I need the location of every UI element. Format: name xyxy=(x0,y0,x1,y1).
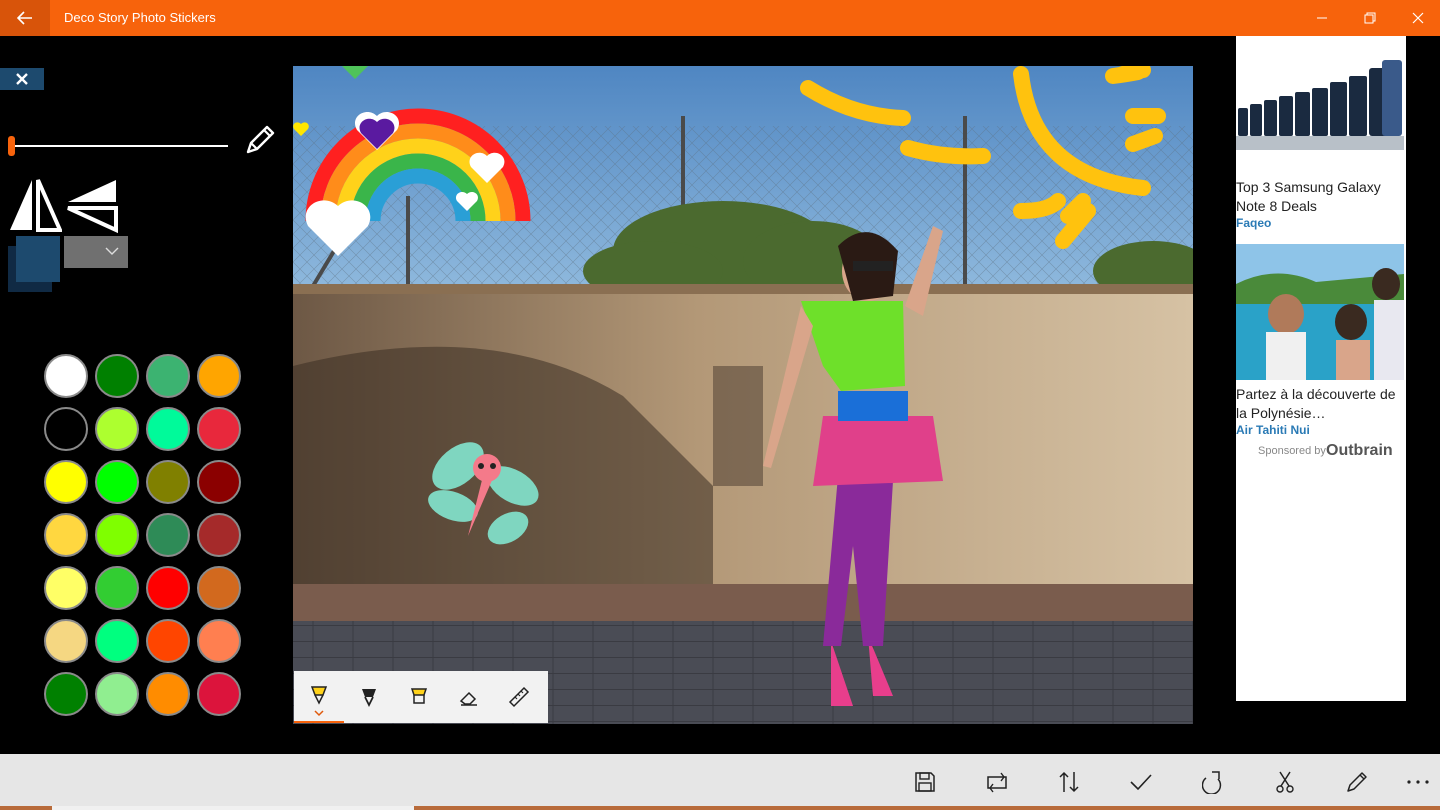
ad-title[interactable]: Top 3 Samsung Galaxy Note 8 Deals xyxy=(1236,178,1404,216)
pen-icon xyxy=(310,686,328,717)
back-button[interactable] xyxy=(0,0,50,36)
color-swatch[interactable] xyxy=(146,566,190,610)
color-swatch[interactable] xyxy=(44,672,88,716)
chevron-down-icon xyxy=(105,247,119,255)
app-title: Deco Story Photo Stickers xyxy=(64,10,216,25)
color-swatch[interactable] xyxy=(146,407,190,451)
ad-source[interactable]: Faqeo xyxy=(1236,216,1271,230)
color-preview-swatches xyxy=(8,236,60,292)
photo-canvas[interactable] xyxy=(293,66,1193,724)
pencil-tool-button[interactable] xyxy=(240,120,280,160)
minimize-button[interactable] xyxy=(1298,0,1346,36)
taskbar-strip-light xyxy=(52,806,414,810)
eraser-tool-button[interactable] xyxy=(444,671,494,723)
color-swatch[interactable] xyxy=(44,513,88,557)
cut-button[interactable] xyxy=(1265,762,1305,802)
title-bar: Deco Story Photo Stickers xyxy=(0,0,1440,36)
beach-image xyxy=(1236,244,1404,380)
flip-vertical-icon xyxy=(67,180,118,234)
slider-track xyxy=(8,145,228,147)
color-swatch[interactable] xyxy=(197,407,241,451)
pen-toolbar xyxy=(294,671,548,723)
edited-photo xyxy=(293,66,1193,724)
color-swatch[interactable] xyxy=(44,619,88,663)
save-button[interactable] xyxy=(905,762,945,802)
color-swatch[interactable] xyxy=(146,354,190,398)
highlighter-icon xyxy=(410,688,428,704)
ruler-icon xyxy=(508,686,530,708)
ad-source[interactable]: Air Tahiti Nui xyxy=(1236,423,1310,437)
color-swatch[interactable] xyxy=(197,566,241,610)
edit-icon xyxy=(1347,772,1367,792)
color-swatch[interactable] xyxy=(95,672,139,716)
color-swatch[interactable] xyxy=(197,619,241,663)
ruler-tool-button[interactable] xyxy=(494,671,544,723)
color-swatch[interactable] xyxy=(146,513,190,557)
color-swatch[interactable] xyxy=(44,460,88,504)
color-swatch[interactable] xyxy=(95,460,139,504)
flip-horizontal-icon xyxy=(10,179,64,232)
ad-image-phones[interactable] xyxy=(1236,50,1404,150)
color-swatch[interactable] xyxy=(95,566,139,610)
color-swatch[interactable] xyxy=(95,354,139,398)
outbrain-logo[interactable]: Outbrain xyxy=(1326,442,1393,460)
close-button[interactable] xyxy=(1394,0,1440,36)
flip-vertical-button[interactable] xyxy=(64,176,120,234)
marker-icon xyxy=(362,689,376,708)
pencil-icon xyxy=(246,125,275,154)
highlighter-tool-button[interactable] xyxy=(394,671,444,723)
restore-icon xyxy=(1364,12,1376,24)
restore-button[interactable] xyxy=(1346,0,1394,36)
x-icon xyxy=(16,73,28,85)
slider-thumb[interactable] xyxy=(8,136,15,156)
color-swatch[interactable] xyxy=(197,672,241,716)
redo-button[interactable] xyxy=(1193,762,1233,802)
pen-tool-button[interactable] xyxy=(294,671,344,723)
current-color-preview[interactable] xyxy=(6,236,60,294)
save-icon xyxy=(915,772,935,792)
check-icon xyxy=(1130,774,1152,791)
edit-button[interactable] xyxy=(1337,762,1377,802)
close-panel-button[interactable] xyxy=(0,68,44,90)
app-window: Deco Story Photo Stickers Top 3 Samsung … xyxy=(0,0,1440,810)
cut-icon xyxy=(1276,771,1294,793)
color-swatch[interactable] xyxy=(44,566,88,610)
back-arrow-icon xyxy=(17,11,32,25)
close-icon xyxy=(1412,12,1424,24)
flip-button[interactable] xyxy=(1049,762,1089,802)
color-swatch[interactable] xyxy=(197,460,241,504)
more-button[interactable] xyxy=(1398,762,1438,802)
color-swatch[interactable] xyxy=(95,513,139,557)
color-swatch[interactable] xyxy=(95,619,139,663)
more-icon xyxy=(1407,780,1429,784)
color-swatch[interactable] xyxy=(197,513,241,557)
apply-button[interactable] xyxy=(1121,762,1161,802)
color-swatch[interactable] xyxy=(95,407,139,451)
active-tool-indicator xyxy=(294,721,344,723)
flip-horizontal-button[interactable] xyxy=(6,176,64,234)
color-swatch[interactable] xyxy=(197,354,241,398)
redo-icon xyxy=(1202,771,1222,794)
ad-title[interactable]: Partez à la découverte de la Polynésie… xyxy=(1236,385,1404,423)
color-swatch[interactable] xyxy=(146,460,190,504)
crop-rotate-icon xyxy=(987,772,1007,793)
ad-panel: Top 3 Samsung Galaxy Note 8 Deals Faqeo … xyxy=(1236,36,1406,701)
eraser-icon xyxy=(459,691,477,706)
ad-image-beach[interactable] xyxy=(1236,244,1404,380)
color-swatch[interactable] xyxy=(146,672,190,716)
color-swatch[interactable] xyxy=(44,354,88,398)
rotate-button[interactable] xyxy=(977,762,1017,802)
color-mode-dropdown[interactable] xyxy=(64,236,128,268)
marker-tool-button[interactable] xyxy=(344,671,394,723)
phones-image xyxy=(1236,60,1404,150)
command-bar xyxy=(0,754,1440,810)
minimize-icon xyxy=(1317,17,1327,19)
brush-size-slider[interactable] xyxy=(8,134,228,158)
color-swatch[interactable] xyxy=(44,407,88,451)
color-swatch[interactable] xyxy=(146,619,190,663)
sponsored-label: Sponsored by xyxy=(1258,445,1326,457)
draw-tools-panel xyxy=(0,36,288,754)
swap-vertical-icon xyxy=(1059,771,1079,793)
